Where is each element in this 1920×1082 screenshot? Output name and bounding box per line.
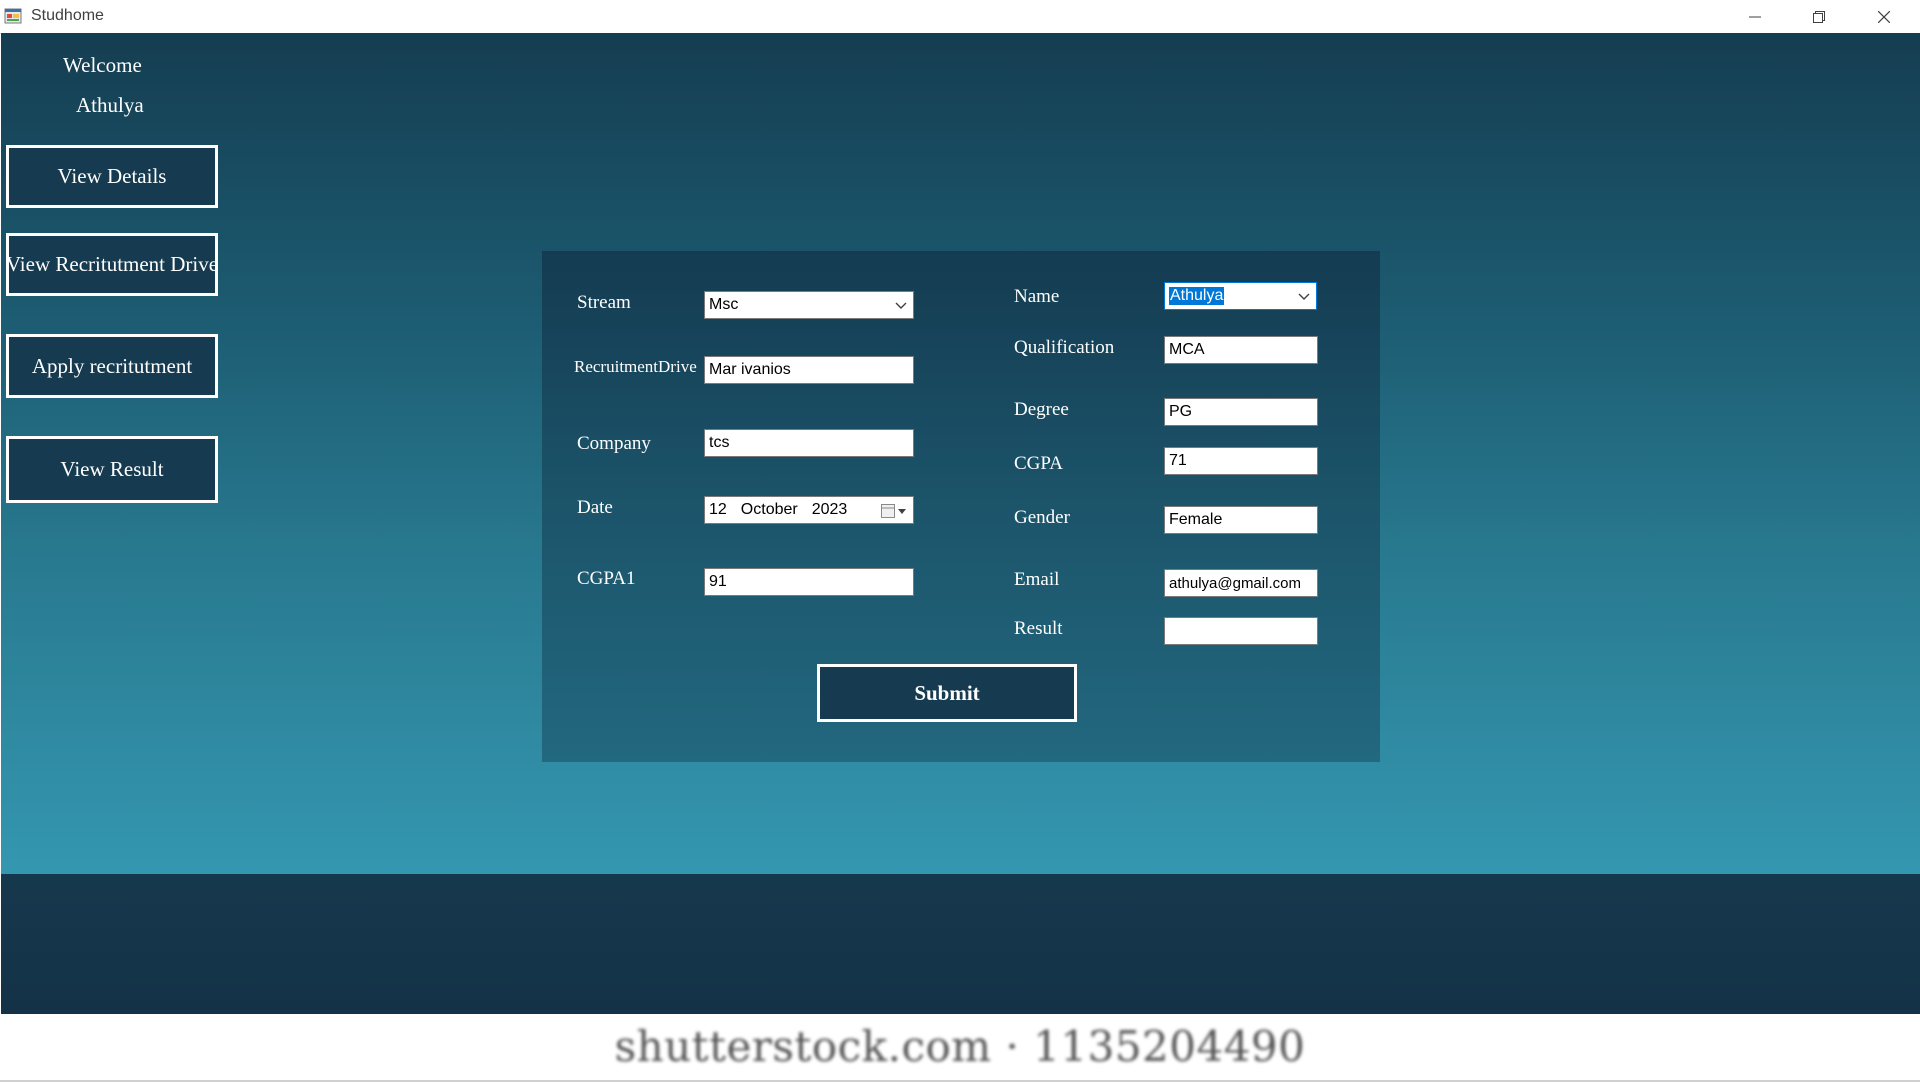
- view-details-button[interactable]: View Details: [6, 145, 218, 208]
- recruitment-drive-label: RecruitmentDrive: [574, 357, 697, 376]
- calendar-icon[interactable]: [881, 503, 907, 519]
- date-year: 2023: [811, 501, 848, 518]
- qualification-value: MCA: [1169, 341, 1205, 358]
- stream-value: Msc: [709, 296, 739, 313]
- email-input[interactable]: athulya@gmail.com: [1164, 569, 1318, 597]
- cgpa1-label: CGPA1: [577, 568, 636, 589]
- gender-input[interactable]: Female: [1164, 506, 1318, 534]
- email-label: Email: [1014, 569, 1060, 590]
- title-bar: Studhome: [0, 0, 1920, 34]
- recruitment-drive-input[interactable]: Mar ivanios: [704, 356, 914, 384]
- result-label: Result: [1014, 618, 1063, 639]
- welcome-label: Welcome: [63, 53, 142, 77]
- name-select[interactable]: Athulya: [1164, 282, 1317, 310]
- degree-label: Degree: [1014, 399, 1069, 420]
- footer-band: [1, 874, 1920, 1014]
- company-label: Company: [577, 433, 651, 454]
- close-button[interactable]: [1852, 0, 1916, 33]
- chevron-down-icon: [895, 302, 907, 309]
- window-title: Studhome: [31, 7, 104, 24]
- minimize-button[interactable]: [1723, 0, 1787, 33]
- qualification-input[interactable]: MCA: [1164, 336, 1318, 364]
- restore-button[interactable]: [1787, 0, 1851, 33]
- date-label: Date: [577, 497, 613, 518]
- username-label: Athulya: [76, 93, 144, 117]
- submit-button[interactable]: Submit: [817, 664, 1077, 722]
- gender-label: Gender: [1014, 507, 1070, 528]
- recruitment-drive-value: Mar ivanios: [709, 361, 791, 378]
- name-label: Name: [1014, 286, 1060, 307]
- cgpa1-input[interactable]: 91: [704, 568, 914, 596]
- degree-value: PG: [1169, 403, 1193, 420]
- email-value: athulya@gmail.com: [1169, 574, 1301, 592]
- apply-recruitment-button[interactable]: Apply recritutment: [6, 334, 218, 398]
- cgpa-label: CGPA: [1014, 453, 1063, 474]
- date-day: 12: [709, 501, 727, 518]
- company-value: tcs: [709, 434, 730, 451]
- company-input[interactable]: tcs: [704, 429, 914, 457]
- stream-label: Stream: [577, 292, 631, 313]
- app-icon: [4, 8, 22, 24]
- watermark-strip: shutterstock.com · 1135204490: [0, 1014, 1920, 1082]
- degree-input[interactable]: PG: [1164, 398, 1318, 426]
- gender-value: Female: [1169, 511, 1223, 528]
- cgpa1-value: 91: [709, 573, 727, 590]
- restore-icon: [1813, 10, 1825, 23]
- qualification-label: Qualification: [1014, 337, 1115, 358]
- stream-select[interactable]: Msc: [704, 291, 914, 319]
- watermark: shutterstock.com · 1135204490: [614, 1022, 1306, 1071]
- view-result-button[interactable]: View Result: [6, 436, 218, 503]
- date-month: October: [740, 501, 798, 518]
- chevron-down-icon: [1298, 293, 1310, 300]
- result-input[interactable]: [1164, 617, 1318, 645]
- cgpa-input[interactable]: 71: [1164, 447, 1318, 475]
- close-icon: [1878, 10, 1890, 23]
- view-recruitment-drive-button[interactable]: View Recritutment Drive: [6, 233, 218, 296]
- cgpa-value: 71: [1169, 452, 1187, 469]
- minimize-icon: [1749, 16, 1761, 17]
- name-value: Athulya: [1169, 287, 1225, 305]
- date-picker[interactable]: 12 October 2023: [704, 496, 914, 524]
